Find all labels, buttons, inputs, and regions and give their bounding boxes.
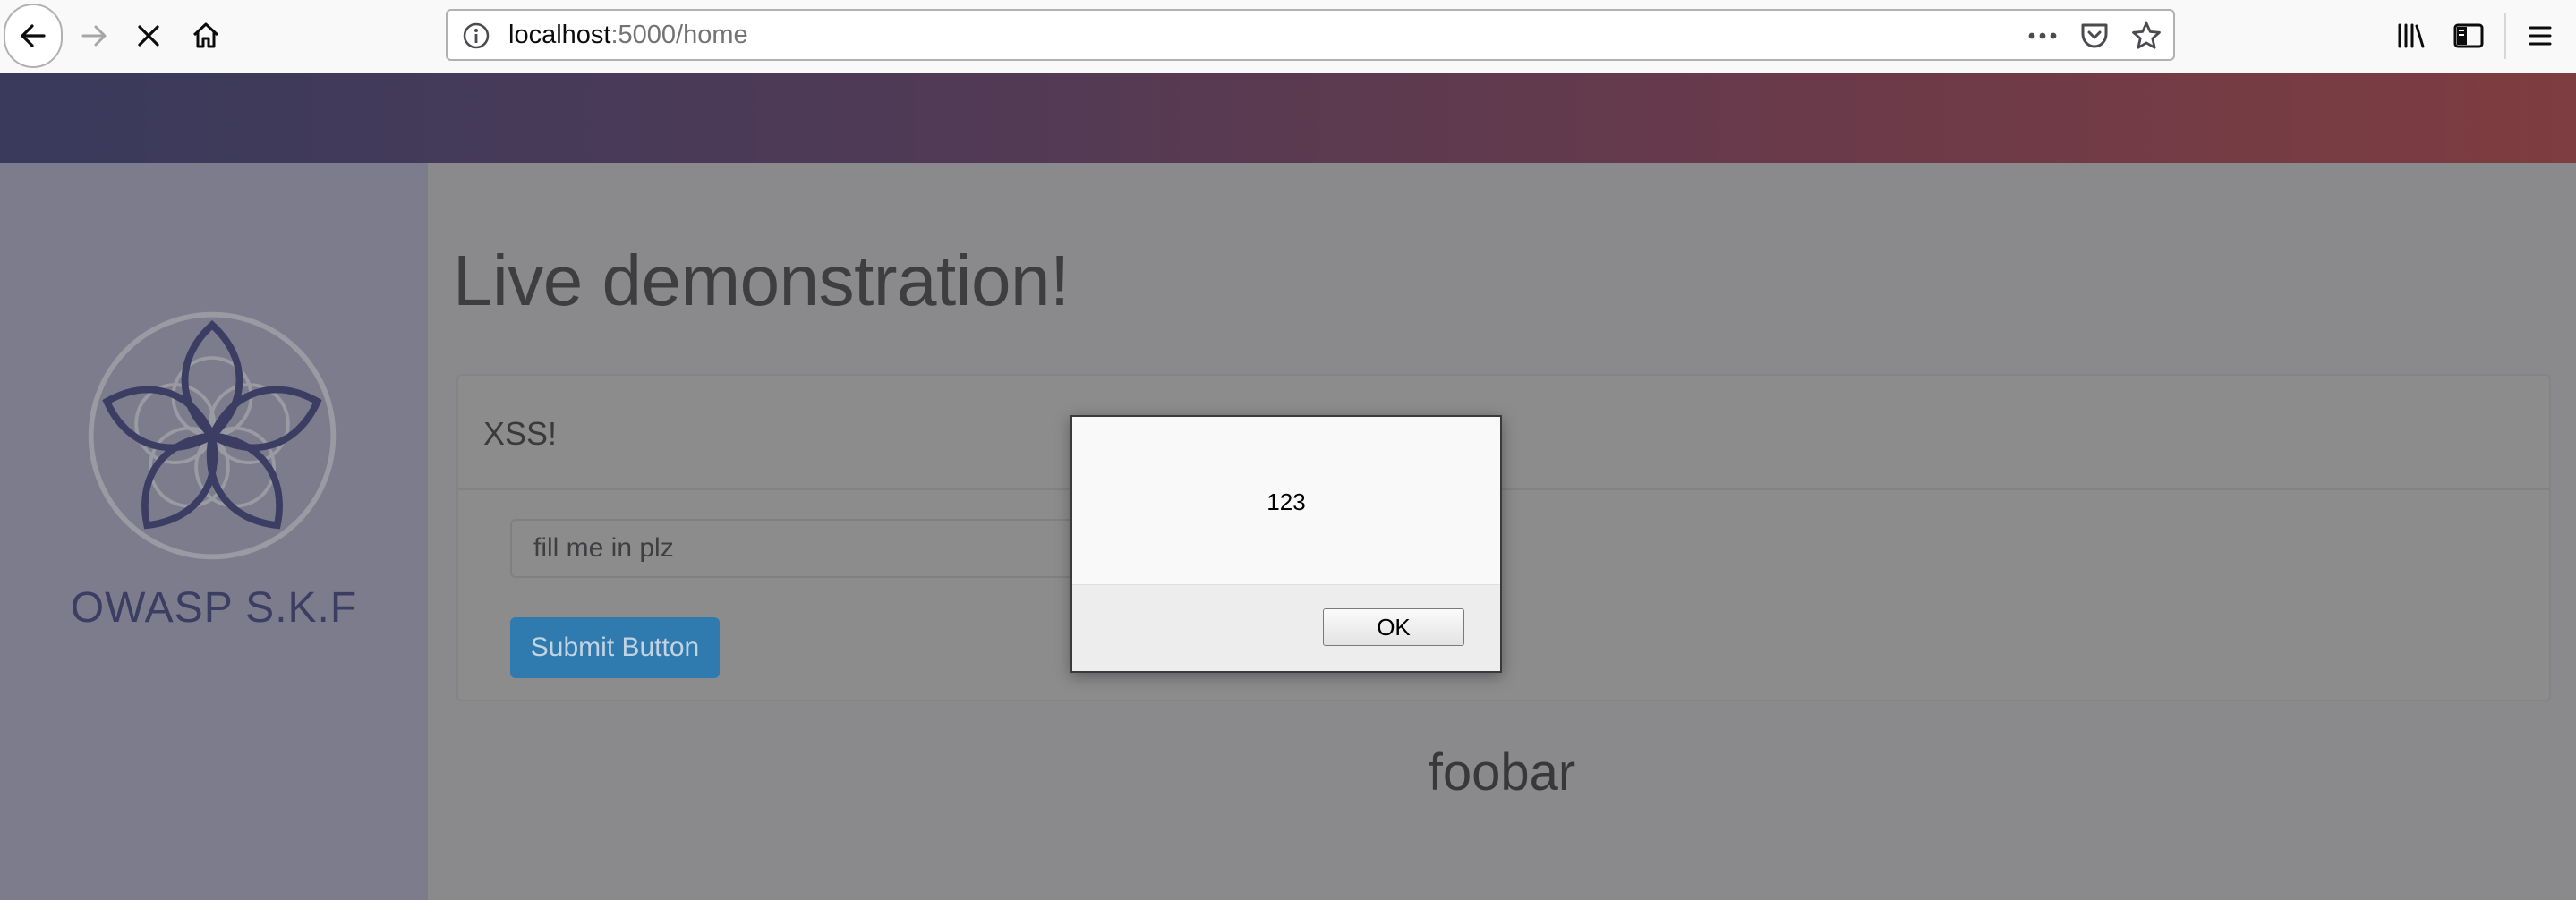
stop-icon (138, 25, 159, 47)
alert-footer: OK (1072, 584, 1500, 671)
library-icon[interactable] (2388, 13, 2435, 59)
sidebar: OWASP S.K.F (0, 163, 428, 900)
info-icon[interactable] (462, 21, 490, 50)
stop-button[interactable] (125, 13, 172, 59)
submit-button[interactable]: Submit Button (510, 617, 720, 678)
more-icon[interactable] (2025, 18, 2060, 54)
panel-title: XSS! (483, 415, 558, 452)
home-icon (192, 22, 219, 48)
page-title: Live demonstration! (453, 241, 1070, 320)
url-path: :5000/home (610, 21, 748, 49)
owasp-skf-logo (88, 311, 337, 560)
alert-message: 123 (1267, 488, 1306, 515)
bookmark-star-icon[interactable] (2128, 18, 2164, 54)
url-bar[interactable]: localhost:5000/home (446, 9, 2175, 61)
alert-dialog: 123 OK (1070, 415, 1502, 673)
home-button[interactable] (183, 13, 229, 59)
url-host: localhost (508, 21, 611, 49)
ok-button[interactable]: OK (1323, 608, 1464, 646)
main-content: Live demonstration! XSS! Submit Button f… (428, 163, 2576, 900)
browser-toolbar: localhost:5000/home (0, 0, 2576, 74)
url-text[interactable]: localhost:5000/home (508, 21, 748, 50)
menu-icon[interactable] (2517, 13, 2563, 59)
back-arrow-icon (21, 24, 46, 47)
top-banner (0, 73, 2576, 163)
back-button[interactable] (4, 4, 63, 68)
sidebar-icon[interactable] (2445, 13, 2492, 59)
toolbar-separator (2504, 13, 2506, 59)
xss-panel: XSS! Submit Button (456, 374, 2551, 701)
panel-heading: XSS! (458, 376, 2549, 490)
logo-text: OWASP S.K.F (70, 584, 358, 632)
forward-button[interactable] (72, 13, 118, 59)
result-text: foobar (1428, 743, 1576, 802)
pocket-icon[interactable] (2077, 18, 2112, 54)
forward-arrow-icon (81, 25, 107, 47)
